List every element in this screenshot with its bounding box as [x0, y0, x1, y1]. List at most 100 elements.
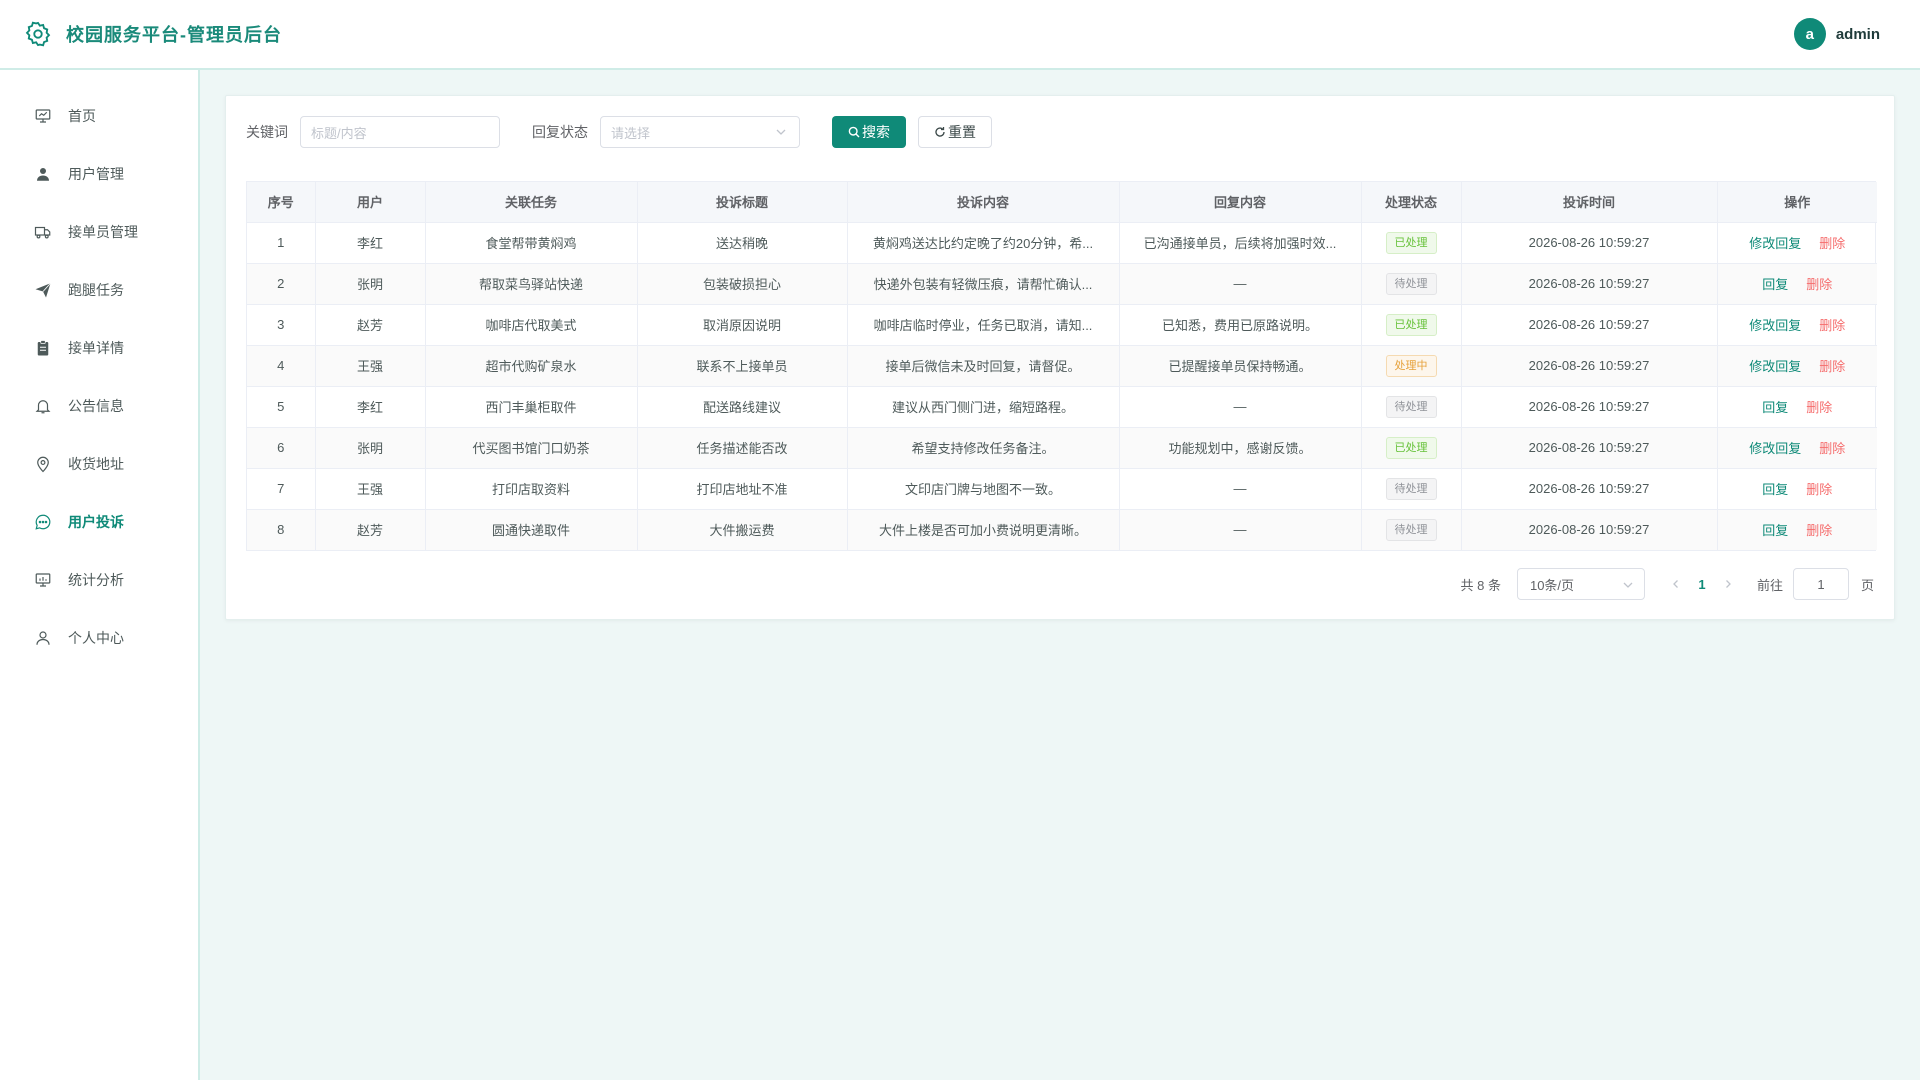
reply-content-cell: 功能规划中，感谢反馈。 — [1119, 427, 1362, 469]
delete-button[interactable]: 删除 — [1819, 236, 1845, 251]
sidebar-item-label: 跑腿任务 — [68, 282, 124, 298]
user-menu[interactable]: a admin — [1793, 18, 1880, 50]
search-button[interactable]: 搜索 — [832, 116, 906, 148]
page-size-select[interactable]: 10条/页 — [1516, 568, 1645, 600]
reply-button[interactable]: 回复 — [1762, 523, 1788, 538]
status-cell: 已处理 — [1361, 222, 1462, 264]
table-row: 8 赵芳 圆通快递取件 大件搬运费 大件上楼是否可加小费说明更清晰。 — 待处理 2026-0… — [247, 509, 1877, 550]
status-select[interactable]: 请选择 — [600, 116, 800, 148]
complaints-table: 序号 用户 关联任务 投诉标题 投诉内容 回复内容 处理状态 投诉时间 操作 1… — [246, 181, 1877, 551]
chevron-right-icon — [1726, 580, 1731, 588]
page-size-value: 10条/页 — [1529, 577, 1575, 593]
complaint-time-cell: 2026-08-26 10:59:27 — [1461, 345, 1718, 387]
sidebar-item-label: 用户管理 — [68, 166, 124, 182]
page-number-current[interactable]: 1 — [1687, 577, 1717, 592]
column-header: 投诉时间 — [1461, 182, 1718, 223]
chevron-down-icon — [776, 129, 786, 135]
bell-icon — [35, 400, 51, 414]
sidebar-item-user-complaints[interactable]: 用户投诉 — [0, 493, 198, 551]
status-select-placeholder: 请选择 — [611, 125, 651, 141]
truck-icon — [34, 226, 51, 239]
keyword-input[interactable]: 标题/内容 — [300, 116, 500, 148]
sidebar-item-delivery-address[interactable]: 收货地址 — [0, 435, 198, 493]
complaint-time-cell: 2026-08-26 10:59:27 — [1461, 222, 1718, 264]
reply-button[interactable]: 修改回复 — [1749, 441, 1801, 456]
sidebar-item-label: 接单员管理 — [68, 224, 138, 240]
complaint-title-cell: 送达稍晚 — [637, 222, 848, 264]
status-badge: 处理中 — [1385, 354, 1437, 377]
user-cell: 李红 — [315, 386, 426, 428]
reply-button[interactable]: 修改回复 — [1749, 359, 1801, 374]
next-page-button[interactable] — [1717, 570, 1739, 598]
user-cell: 赵芳 — [315, 304, 426, 346]
reply-content-cell: 已知悉，费用已原路说明。 — [1119, 304, 1362, 346]
actions-cell: 修改回复 删除 — [1717, 427, 1877, 469]
complaint-content-cell: 建议从西门侧门进，缩短路程。 — [847, 386, 1120, 428]
sidebar-item-user-management[interactable]: 用户管理 — [0, 145, 198, 203]
actions-cell: 回复 删除 — [1717, 386, 1877, 428]
reply-content-cell: 已提醒接单员保持畅通。 — [1119, 345, 1362, 387]
status-cell: 处理中 — [1361, 345, 1462, 387]
reply-content-cell: — — [1119, 509, 1362, 550]
complaint-title-cell: 取消原因说明 — [637, 304, 848, 346]
status-badge: 已处理 — [1385, 313, 1437, 336]
paper-plane-icon — [35, 282, 51, 298]
task-cell: 打印店取资料 — [425, 468, 638, 510]
sidebar-item-courier-management[interactable]: 接单员管理 — [0, 203, 198, 261]
sidebar-item-home[interactable]: 首页 — [0, 87, 198, 145]
column-header: 投诉标题 — [637, 182, 848, 223]
reply-button[interactable]: 回复 — [1762, 400, 1788, 415]
delete-button[interactable]: 删除 — [1806, 523, 1832, 538]
chat-icon — [35, 514, 51, 530]
user-icon — [37, 168, 49, 181]
delete-button[interactable]: 删除 — [1819, 359, 1845, 374]
sidebar-item-label: 个人中心 — [68, 630, 124, 646]
delete-button[interactable]: 删除 — [1819, 318, 1845, 333]
delete-button[interactable]: 删除 — [1806, 277, 1832, 292]
status-cell: 待处理 — [1361, 509, 1462, 550]
reply-button[interactable]: 回复 — [1762, 277, 1788, 292]
complaint-content-cell: 接单后微信未及时回复，请督促。 — [847, 345, 1120, 387]
sidebar-item-announcements[interactable]: 公告信息 — [0, 377, 198, 435]
task-cell: 帮取菜鸟驿站快递 — [425, 263, 638, 305]
sidebar-item-statistics[interactable]: 统计分析 — [0, 551, 198, 609]
complaint-content-cell: 咖啡店临时停业，任务已取消，请知... — [847, 304, 1120, 346]
delete-button[interactable]: 删除 — [1806, 482, 1832, 497]
status-badge: 待处理 — [1385, 518, 1437, 541]
reset-button[interactable]: 重置 — [918, 116, 992, 148]
row-number-cell: 3 — [247, 304, 316, 346]
actions-cell: 修改回复 删除 — [1717, 345, 1877, 387]
complaint-title-cell: 包装破损担心 — [637, 263, 848, 305]
reset-button-label: 重置 — [948, 124, 976, 140]
reply-button[interactable]: 修改回复 — [1749, 236, 1801, 251]
goto-page-input[interactable]: 1 — [1792, 568, 1849, 600]
row-number-cell: 1 — [247, 222, 316, 264]
column-header: 操作 — [1717, 182, 1877, 223]
delete-button[interactable]: 删除 — [1806, 400, 1832, 415]
row-number-cell: 5 — [247, 386, 316, 428]
search-button-label: 搜索 — [862, 124, 890, 140]
reply-button[interactable]: 修改回复 — [1749, 318, 1801, 333]
top-header: 校园服务平台-管理员后台 a admin — [0, 0, 1920, 70]
prev-page-button[interactable] — [1665, 570, 1687, 598]
complaint-title-cell: 联系不上接单员 — [637, 345, 848, 387]
status-cell: 已处理 — [1361, 304, 1462, 346]
sidebar-item-profile[interactable]: 个人中心 — [0, 609, 198, 667]
complaint-title-cell: 配送路线建议 — [637, 386, 848, 428]
sidebar-item-order-details[interactable]: 接单详情 — [0, 319, 198, 377]
table-header-row: 序号 用户 关联任务 投诉标题 投诉内容 回复内容 处理状态 投诉时间 操作 — [247, 182, 1877, 223]
complaint-time-cell: 2026-08-26 10:59:27 — [1461, 509, 1718, 550]
chart-icon — [35, 573, 51, 587]
username[interactable]: admin — [1836, 26, 1880, 43]
complaint-content-cell: 快递外包装有轻微压痕，请帮忙确认... — [847, 263, 1120, 305]
table-row: 1 李红 食堂帮带黄焖鸡 送达稍晚 黄焖鸡送达比约定晚了约20分钟，希... 已沟通接单员… — [247, 222, 1877, 264]
sidebar-nav: 首页 用户管理 接单员管理 跑腿任务 接单详情 公告信息 收货地址 用户投诉 统… — [0, 70, 198, 667]
sidebar-item-errand-tasks[interactable]: 跑腿任务 — [0, 261, 198, 319]
avatar[interactable]: a — [1793, 18, 1826, 50]
keyword-label: 关键词 — [246, 124, 288, 140]
reply-button[interactable]: 回复 — [1762, 482, 1788, 497]
reply-content-cell: — — [1119, 386, 1362, 428]
complaint-title-cell: 任务描述能否改 — [637, 427, 848, 469]
delete-button[interactable]: 删除 — [1819, 441, 1845, 456]
status-badge: 待处理 — [1385, 477, 1437, 500]
